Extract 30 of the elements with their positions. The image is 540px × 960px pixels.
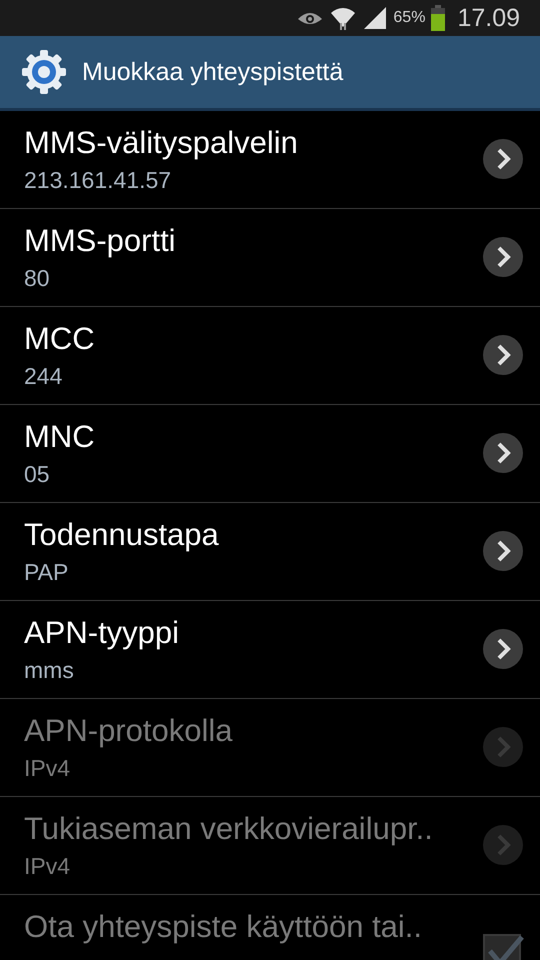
- chevron-right-icon[interactable]: [482, 628, 524, 670]
- setting-title: MCC: [24, 321, 96, 357]
- setting-title: Tukiaseman verkkovierailupr..: [24, 811, 434, 847]
- signal-icon: [363, 7, 388, 29]
- setting-value: IPv4: [24, 852, 72, 880]
- setting-title: Todennustapa: [24, 517, 220, 553]
- wifi-icon: [329, 5, 358, 31]
- chevron-right-icon[interactable]: [482, 432, 524, 474]
- setting-title: APN-tyyppi: [24, 615, 180, 651]
- setting-value: 213.161.41.57: [24, 166, 172, 194]
- battery-percentage: 65%: [393, 9, 426, 27]
- setting-title: MMS-välityspalvelin: [24, 125, 299, 161]
- setting-value: 05: [24, 460, 51, 488]
- setting-title: MMS-portti: [24, 223, 177, 259]
- setting-value: mms: [24, 656, 75, 684]
- setting-value: 80: [24, 264, 51, 292]
- chevron-right-icon[interactable]: [482, 334, 524, 376]
- battery-icon: [431, 5, 446, 31]
- setting-title: Ota yhteyspiste käyttöön tai..: [24, 909, 424, 945]
- chevron-right-icon[interactable]: [482, 138, 524, 180]
- screen-title: Muokkaa yhteyspistettä: [82, 58, 344, 86]
- setting-title: MNC: [24, 419, 96, 455]
- setting-value: 244: [24, 362, 64, 390]
- setting-title: APN-protokolla: [24, 713, 234, 749]
- setting-value: IPv4: [24, 754, 72, 782]
- clock-time: 17.09: [457, 4, 520, 32]
- setting-value: PAP: [24, 558, 70, 586]
- settings-icon: [20, 48, 68, 96]
- chevron-right-icon[interactable]: [482, 236, 524, 278]
- chevron-right-icon[interactable]: [482, 530, 524, 572]
